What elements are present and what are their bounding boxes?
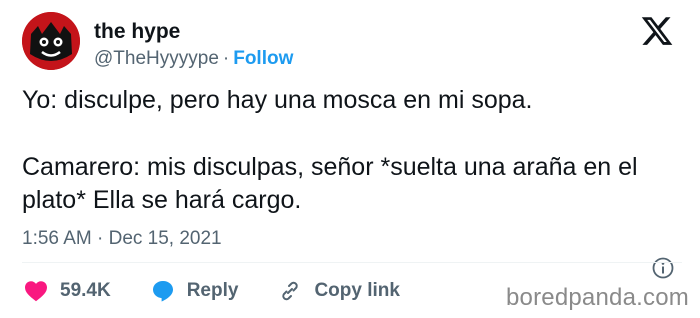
reply-button[interactable]: Reply <box>151 279 239 303</box>
tweet-text: Yo: disculpe, pero hay una mosca en mi s… <box>22 84 682 217</box>
like-count: 59.4K <box>60 280 111 301</box>
divider <box>22 262 682 263</box>
x-logo-icon[interactable] <box>640 14 674 48</box>
reply-bubble-icon <box>152 281 173 302</box>
follow-button[interactable]: Follow <box>233 48 293 69</box>
separator: · <box>222 48 230 69</box>
tweet-line-2: Camarero: mis disculpas, señor *suelta u… <box>22 153 638 214</box>
action-bar: 59.4K Reply Copy link <box>22 276 400 306</box>
avatar[interactable] <box>22 12 80 70</box>
handle-row: @TheHyyyype · Follow <box>94 48 293 70</box>
avatar-face-icon <box>22 12 80 70</box>
user-handle[interactable]: @TheHyyyype <box>94 48 219 69</box>
info-icon[interactable] <box>651 256 675 280</box>
watermark: boredpanda.com <box>506 284 689 311</box>
tweet-line-1: Yo: disculpe, pero hay una mosca en mi s… <box>22 86 533 114</box>
tweet-timestamp[interactable]: 1:56 AM · Dec 15, 2021 <box>22 228 222 250</box>
reply-label: Reply <box>186 280 239 301</box>
user-name[interactable]: the hype <box>94 20 180 44</box>
copy-link-button[interactable]: Copy link <box>278 279 400 303</box>
copy-link-label: Copy link <box>314 280 400 301</box>
link-icon <box>282 281 299 301</box>
heart-icon <box>25 281 47 302</box>
like-button[interactable]: 59.4K <box>24 280 111 302</box>
